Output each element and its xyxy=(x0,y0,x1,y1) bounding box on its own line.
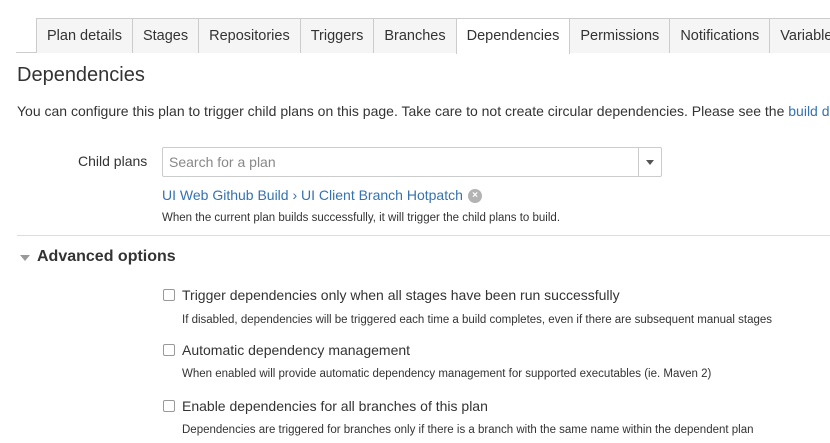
trigger-all-stages-checkbox[interactable] xyxy=(163,289,175,301)
child-plans-help: When the current plan builds successfull… xyxy=(162,212,561,224)
selected-child-plan-link[interactable]: UI Web Github Build › UI Client Branch H… xyxy=(162,187,463,203)
auto-dependency-help: When enabled will provide automatic depe… xyxy=(182,368,712,380)
tab-notifications[interactable]: Notifications xyxy=(669,18,771,53)
trigger-all-stages-label[interactable]: Trigger dependencies only when all stage… xyxy=(182,287,620,303)
section-divider xyxy=(17,235,830,236)
tab-plan-details[interactable]: Plan details xyxy=(36,18,133,53)
child-plans-search[interactable]: Search for a plan xyxy=(162,147,662,177)
branch-dependencies-help: Dependencies are triggered for branches … xyxy=(182,424,754,436)
intro-description: You can configure this plan to trigger c… xyxy=(17,103,789,119)
tab-variables[interactable]: Variables xyxy=(769,18,830,53)
auto-dependency-checkbox[interactable] xyxy=(163,344,175,356)
intro-text: You can configure this plan to trigger c… xyxy=(17,103,830,119)
search-placeholder: Search for a plan xyxy=(169,154,276,170)
tab-bar: Plan details Stages Repositories Trigger… xyxy=(16,0,830,54)
select-divider xyxy=(638,148,639,176)
build-docs-link[interactable]: build d xyxy=(788,103,829,119)
tab-dependencies[interactable]: Dependencies xyxy=(455,18,571,54)
tab-stages[interactable]: Stages xyxy=(131,18,200,53)
chevron-down-icon[interactable] xyxy=(646,160,654,165)
caret-down-icon[interactable] xyxy=(20,255,30,261)
branch-dependencies-label[interactable]: Enable dependencies for all branches of … xyxy=(182,398,488,414)
tab-branches[interactable]: Branches xyxy=(373,18,457,53)
page-title: Dependencies xyxy=(17,64,145,86)
child-plans-label: Child plans xyxy=(78,153,148,169)
tab-repositories[interactable]: Repositories xyxy=(198,18,301,53)
branch-dependencies-checkbox[interactable] xyxy=(163,400,175,412)
advanced-options-heading[interactable]: Advanced options xyxy=(37,248,176,266)
remove-circle-icon[interactable]: × xyxy=(468,189,482,203)
trigger-all-stages-help: If disabled, dependencies will be trigge… xyxy=(182,314,773,326)
tab-permissions[interactable]: Permissions xyxy=(569,18,671,53)
auto-dependency-label[interactable]: Automatic dependency management xyxy=(182,342,410,358)
tab-triggers[interactable]: Triggers xyxy=(299,18,375,53)
